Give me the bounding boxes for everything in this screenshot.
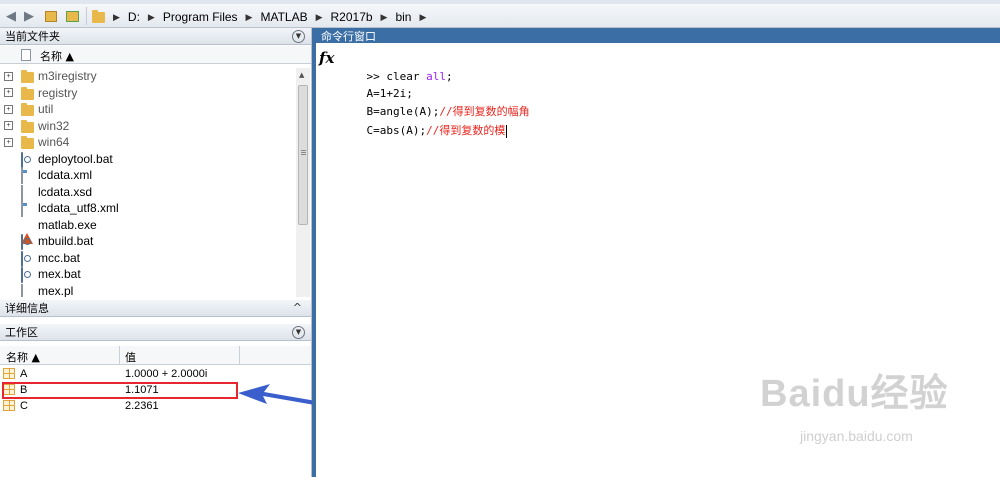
- cmd-keyword: all: [419, 70, 446, 83]
- cmd-text: C=abs(A);: [366, 124, 427, 137]
- command-line: >> clear all;: [340, 51, 453, 83]
- cmd-tail: ;: [446, 70, 453, 83]
- text-caret: [506, 124, 508, 138]
- fx-icon[interactable]: fx: [319, 49, 334, 67]
- cmd-comment: //得到复数的模: [426, 124, 506, 137]
- command-window[interactable]: fx >> clear all; A=1+2i; B=angle(A);//得到…: [316, 43, 1000, 477]
- command-line: B=angle(A);//得到复数的幅角: [340, 86, 530, 118]
- command-line: A=1+2i;: [340, 68, 413, 100]
- command-line: C=abs(A);//得到复数的模: [340, 105, 508, 138]
- command-window-header: 命令行窗口: [316, 28, 1000, 44]
- command-window-title: 命令行窗口: [321, 30, 376, 43]
